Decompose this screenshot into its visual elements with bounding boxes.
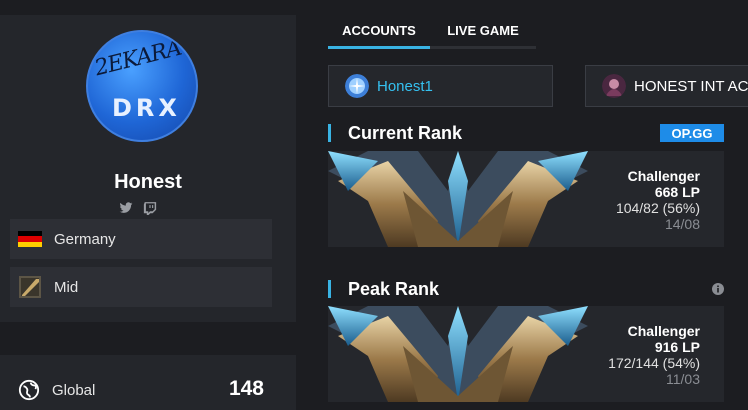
profile-avatar: 2EKARA DRX bbox=[86, 30, 198, 142]
account-chip-honest1[interactable]: Honest1 bbox=[328, 65, 553, 107]
profile-panel: 2EKARA DRX Honest Germany Mid bbox=[0, 15, 296, 322]
rank-tier: Challenger bbox=[627, 323, 700, 339]
rank-win-loss: 172/144 (54%) bbox=[608, 355, 700, 371]
account-name: HONEST INT AC bbox=[634, 77, 748, 95]
global-label: Global bbox=[52, 382, 96, 399]
tab-bar: ACCOUNTS LIVE GAME bbox=[328, 15, 536, 49]
rank-lp: 916 LP bbox=[654, 339, 700, 355]
player-name: Honest bbox=[114, 171, 182, 193]
rank-lp: 668 LP bbox=[654, 184, 700, 200]
country-label: Germany bbox=[54, 230, 116, 248]
current-rank-title: Current Rank bbox=[348, 122, 463, 143]
peak-rank-title: Peak Rank bbox=[348, 278, 440, 299]
role-row: Mid bbox=[10, 267, 272, 307]
avatar-team-logo-text: DRX bbox=[112, 94, 181, 122]
account-avatar-icon bbox=[345, 74, 369, 98]
account-name: Honest1 bbox=[377, 77, 433, 95]
avatar-signature-text: 2EKARA bbox=[92, 35, 184, 82]
social-links bbox=[119, 201, 157, 215]
opgg-link-button[interactable]: OP.GG bbox=[660, 124, 724, 142]
account-chip-honest-int[interactable]: HONEST INT AC bbox=[585, 65, 748, 107]
global-rank-value: 148 bbox=[228, 377, 264, 400]
tab-live-game[interactable]: LIVE GAME bbox=[430, 15, 536, 49]
rank-tier: Challenger bbox=[627, 168, 700, 184]
role-label: Mid bbox=[54, 278, 79, 296]
globe-icon bbox=[18, 379, 40, 401]
twitch-icon[interactable] bbox=[143, 201, 157, 215]
current-rank-info: Challenger 668 LP 104/82 (56%) 14/08 bbox=[616, 168, 700, 232]
germany-flag-icon bbox=[18, 231, 42, 247]
peak-rank-header: Peak Rank bbox=[328, 279, 439, 299]
challenger-emblem-icon bbox=[328, 151, 588, 247]
current-rank-header: Current Rank bbox=[328, 123, 462, 143]
rank-date: 11/03 bbox=[666, 371, 700, 387]
section-accent-bar bbox=[328, 124, 331, 142]
current-rank-card: Challenger 668 LP 104/82 (56%) 14/08 bbox=[328, 151, 724, 247]
peak-rank-info: Challenger 916 LP 172/144 (54%) 11/03 bbox=[608, 323, 700, 387]
global-rank-panel: Global 148 bbox=[0, 355, 296, 410]
challenger-emblem-icon bbox=[328, 306, 588, 402]
twitter-icon[interactable] bbox=[119, 201, 133, 215]
tab-accounts[interactable]: ACCOUNTS bbox=[328, 15, 430, 49]
country-row: Germany bbox=[10, 219, 272, 259]
rank-date: 14/08 bbox=[664, 216, 700, 232]
account-avatar-icon bbox=[602, 74, 626, 98]
mid-lane-icon bbox=[19, 276, 41, 298]
peak-rank-card: Challenger 916 LP 172/144 (54%) 11/03 bbox=[328, 306, 724, 402]
section-accent-bar bbox=[328, 280, 331, 298]
info-icon[interactable] bbox=[712, 283, 724, 295]
rank-win-loss: 104/82 (56%) bbox=[615, 200, 700, 216]
